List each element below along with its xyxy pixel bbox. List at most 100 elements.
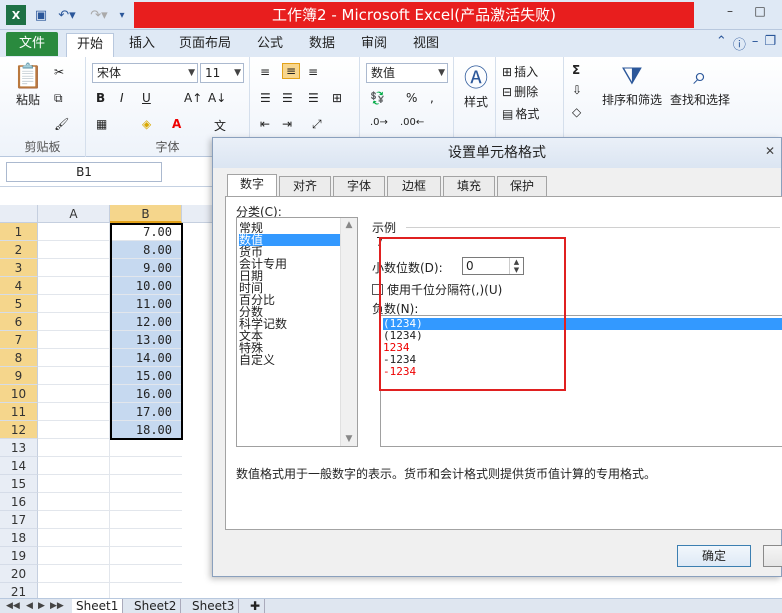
row-header[interactable]: 11 xyxy=(0,403,38,421)
tab-home[interactable]: 开始 xyxy=(66,33,114,57)
cell-a[interactable] xyxy=(38,511,110,529)
tab-file[interactable]: 文件 xyxy=(6,32,58,56)
cell-b[interactable]: 11.00 xyxy=(110,295,182,313)
negative-option[interactable]: 1234 xyxy=(383,342,782,354)
tab-page-layout[interactable]: 页面布局 xyxy=(172,33,238,57)
font-color-icon[interactable]: A xyxy=(172,117,181,131)
row-header[interactable]: 15 xyxy=(0,475,38,493)
row-header[interactable]: 20 xyxy=(0,565,38,583)
cell-b[interactable] xyxy=(110,529,182,547)
cell-a[interactable] xyxy=(38,529,110,547)
cell-b[interactable]: 9.00 xyxy=(110,259,182,277)
increase-indent-icon[interactable]: ⇥ xyxy=(282,117,292,131)
save-icon[interactable]: ▣ xyxy=(32,5,50,25)
cell-a[interactable] xyxy=(38,241,110,259)
cell-a[interactable] xyxy=(38,295,110,313)
negative-option[interactable]: (1234) xyxy=(383,318,782,330)
row-header[interactable]: 14 xyxy=(0,457,38,475)
restore-workbook-icon[interactable]: ❐ xyxy=(764,34,776,53)
cancel-button[interactable] xyxy=(763,545,782,567)
cell-b[interactable] xyxy=(110,493,182,511)
row-header[interactable]: 9 xyxy=(0,367,38,385)
font-name-combo[interactable]: 宋体 ▼ xyxy=(92,63,198,83)
row-header[interactable]: 12 xyxy=(0,421,38,439)
negative-numbers-list[interactable]: (1234) (1234) 1234 -1234 -1234 xyxy=(380,315,782,447)
cell-a[interactable] xyxy=(38,367,110,385)
phonetic-icon[interactable]: 文 xyxy=(214,117,226,134)
cell-a[interactable] xyxy=(38,331,110,349)
minimize-workbook-icon[interactable]: – xyxy=(752,34,759,53)
collapse-ribbon-icon[interactable]: ⌃ xyxy=(716,34,727,53)
autosum-icon[interactable]: Σ xyxy=(572,63,580,77)
align-top-icon[interactable]: ≡ xyxy=(260,65,270,79)
tab-review[interactable]: 审阅 xyxy=(352,33,396,57)
thousands-separator-option[interactable]: 使用千位分隔符(,)(U) xyxy=(372,281,502,298)
cell-b[interactable]: 13.00 xyxy=(110,331,182,349)
format-cells-button[interactable]: ▤ 格式 xyxy=(502,105,539,122)
row-header[interactable]: 19 xyxy=(0,547,38,565)
percent-button[interactable]: % xyxy=(406,91,417,105)
negative-option[interactable]: (1234) xyxy=(383,330,782,342)
sheet-tab-3[interactable]: Sheet3 xyxy=(188,599,240,613)
insert-cells-button[interactable]: ⊞ 插入 xyxy=(502,63,538,80)
tab-number[interactable]: 数字 xyxy=(227,174,277,196)
category-list[interactable]: 常规 数值 货币 会计专用 日期 时间 百分比 分数 科学记数 文本 特殊 自定… xyxy=(236,217,358,447)
scroll-up-icon[interactable]: ▲ xyxy=(341,220,357,230)
column-header-a[interactable]: A xyxy=(38,205,110,223)
align-bottom-icon[interactable]: ≡ xyxy=(308,65,318,79)
cell-b[interactable] xyxy=(110,511,182,529)
row-header[interactable]: 16 xyxy=(0,493,38,511)
scroll-down-icon[interactable]: ▼ xyxy=(341,434,357,444)
cell-b[interactable] xyxy=(110,439,182,457)
cell-b[interactable]: 10.00 xyxy=(110,277,182,295)
next-sheet-icon[interactable]: ▶ xyxy=(38,599,45,613)
tab-protection[interactable]: 保护 xyxy=(497,176,547,196)
format-painter-icon[interactable]: 🖌 xyxy=(54,117,69,131)
clear-icon[interactable]: ◇ xyxy=(572,105,581,119)
minimize-button[interactable]: – xyxy=(718,4,742,24)
align-center-icon[interactable]: ☰ xyxy=(282,91,293,105)
cell-a[interactable] xyxy=(38,403,110,421)
cell-a[interactable] xyxy=(38,547,110,565)
border-icon[interactable]: ▦ xyxy=(96,117,107,131)
decrease-indent-icon[interactable]: ⇤ xyxy=(260,117,270,131)
first-sheet-icon[interactable]: ◀◀ xyxy=(6,599,20,613)
cell-b[interactable]: 15.00 xyxy=(110,367,182,385)
tab-alignment[interactable]: 对齐 xyxy=(279,176,331,196)
cell-b[interactable]: 7.00 xyxy=(110,223,182,241)
cell-a[interactable] xyxy=(38,565,110,583)
row-header[interactable]: 17 xyxy=(0,511,38,529)
cut-icon[interactable]: ✂ xyxy=(54,65,64,79)
close-icon[interactable]: ✕ xyxy=(765,144,779,160)
shrink-font-icon[interactable]: A↓ xyxy=(208,91,226,105)
copy-icon[interactable]: ⧉ xyxy=(54,91,63,106)
cell-b[interactable]: 12.00 xyxy=(110,313,182,331)
tab-border[interactable]: 边框 xyxy=(387,176,441,196)
row-header[interactable]: 7 xyxy=(0,331,38,349)
cell-a[interactable] xyxy=(38,493,110,511)
name-box[interactable]: B1 xyxy=(6,162,162,182)
sheet-tab-2[interactable]: Sheet2 xyxy=(130,599,182,613)
row-header[interactable]: 8 xyxy=(0,349,38,367)
ok-button[interactable]: 确定 xyxy=(677,545,751,567)
insert-sheet-icon[interactable]: ✚ xyxy=(246,599,266,613)
decrease-decimal-icon[interactable]: .00← xyxy=(400,117,424,128)
cell-b[interactable]: 18.00 xyxy=(110,421,182,439)
merge-center-icon[interactable]: ⊞ xyxy=(332,91,342,105)
row-header[interactable]: 4 xyxy=(0,277,38,295)
row-header[interactable]: 1 xyxy=(0,223,38,241)
fill-icon[interactable]: ⇩ xyxy=(572,83,582,97)
cell-b[interactable]: 14.00 xyxy=(110,349,182,367)
find-select-button[interactable]: ⌕ 查找和选择 xyxy=(668,61,732,108)
thousands-checkbox[interactable] xyxy=(372,284,383,295)
row-header[interactable]: 2 xyxy=(0,241,38,259)
help-icon[interactable]: ⓘ xyxy=(733,34,746,53)
tab-view[interactable]: 视图 xyxy=(404,33,448,57)
tab-fill[interactable]: 填充 xyxy=(443,176,495,196)
tab-formulas[interactable]: 公式 xyxy=(248,33,292,57)
cell-b[interactable]: 17.00 xyxy=(110,403,182,421)
increase-decimal-icon[interactable]: .0→ xyxy=(370,117,388,128)
font-size-combo[interactable]: 11 ▼ xyxy=(200,63,244,83)
cell-a[interactable] xyxy=(38,475,110,493)
cell-a[interactable] xyxy=(38,385,110,403)
